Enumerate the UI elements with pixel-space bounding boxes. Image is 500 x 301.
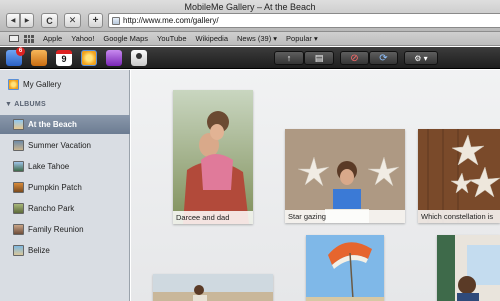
photo-image <box>285 129 405 223</box>
window-title: MobileMe Gallery – At the Beach <box>184 2 316 12</box>
sidebar-item-label: At the Beach <box>28 120 77 129</box>
plus-icon: + <box>92 15 99 26</box>
photo-caption: Star gazing <box>285 210 405 223</box>
sidebar-item-lake-tahoe[interactable]: Lake Tahoe <box>0 157 130 176</box>
url-field[interactable]: http://www.me.com/gallery/ <box>108 13 500 28</box>
photo-card[interactable] <box>153 274 273 301</box>
gallery-icon <box>8 79 19 90</box>
bookmark-youtube[interactable]: YouTube <box>157 34 186 43</box>
stop-button[interactable]: ✕ <box>64 13 81 28</box>
sidebar-item-family-reunion[interactable]: Family Reunion <box>0 220 130 239</box>
photo-thumb-icon <box>13 203 24 214</box>
reload-button[interactable]: C <box>41 13 58 28</box>
globe-icon <box>112 16 120 25</box>
grid-icon[interactable] <box>24 34 34 43</box>
albums-header: ▼ ALBUMS <box>5 101 46 108</box>
sidebar-item-belize[interactable]: Belize <box>0 241 130 260</box>
bookmark-popular[interactable]: Popular ▾ <box>286 34 318 43</box>
photo-thumb-icon <box>13 224 24 235</box>
photo-thumb-icon <box>13 182 24 193</box>
forward-icon: ▶ <box>24 18 30 24</box>
photo-card[interactable]: Which constellation is <box>418 129 500 223</box>
gallery-icon[interactable] <box>81 50 97 66</box>
photo-card[interactable]: Darcee and dad <box>173 90 253 224</box>
sidebar-item-label: Rancho Park <box>28 204 75 213</box>
gear-icon: ⚙ ▾ <box>414 53 428 63</box>
bookmark-google-maps[interactable]: Google Maps <box>103 34 148 43</box>
sidebar-item-label: My Gallery <box>23 80 62 89</box>
sidebar-item-pumpkin-patch[interactable]: Pumpkin Patch <box>0 178 130 197</box>
browser-toolbar: MobileMe Gallery – At the Beach ◀ ▶ C ✕ … <box>0 0 500 32</box>
bookmark-news[interactable]: News (39) ▾ <box>237 34 277 43</box>
stop-icon: ✕ <box>68 15 77 25</box>
sidebar-item-label: Belize <box>28 246 50 255</box>
photo-image <box>173 90 253 224</box>
sidebar-item-my-gallery[interactable]: My Gallery <box>0 75 130 94</box>
slideshow-button[interactable]: ▤ <box>304 51 334 65</box>
bookmarks-bar: Apple Yahoo! Google Maps YouTube Wikiped… <box>0 32 500 46</box>
add-bookmark-button[interactable]: + <box>88 13 103 28</box>
sidebar: My Gallery ▼ ALBUMS At the Beach Summer … <box>0 70 130 301</box>
photo-thumb-icon <box>13 245 24 256</box>
mobileme-appbar: 6 9 ↑ ▤ ⊘ ⟳ ⚙ ▾ <box>0 47 500 69</box>
albums-header-label: ALBUMS <box>14 101 46 108</box>
photo-image <box>418 129 500 223</box>
calendar-icon[interactable]: 9 <box>56 50 72 66</box>
reload-icon: C <box>46 15 53 26</box>
delete-icon: ⊘ <box>350 52 359 64</box>
back-button[interactable]: ◀ <box>6 13 20 28</box>
url-text: http://www.me.com/gallery/ <box>123 16 219 25</box>
delete-button[interactable]: ⊘ <box>340 51 369 65</box>
photo-caption: Darcee and dad <box>173 211 253 224</box>
sidebar-item-label: Pumpkin Patch <box>28 183 82 192</box>
photo-card[interactable] <box>437 235 500 301</box>
slideshow-icon: ▤ <box>314 52 324 63</box>
photo-card[interactable] <box>306 235 384 301</box>
share-icon: ⟳ <box>379 52 388 64</box>
forward-button[interactable]: ▶ <box>20 13 34 28</box>
mail-badge: 6 <box>16 47 25 56</box>
sidebar-item-label: Summer Vacation <box>28 141 91 150</box>
contacts-icon[interactable] <box>31 50 47 66</box>
photo-thumb-icon <box>13 119 24 130</box>
photo-thumb-icon <box>13 161 24 172</box>
gallery-grid: Darcee and dad Star gazing Which constel… <box>131 70 500 301</box>
person-icon <box>136 53 142 59</box>
photo-card[interactable]: Star gazing <box>285 129 405 223</box>
calendar-date: 9 <box>61 54 67 64</box>
mail-icon[interactable]: 6 <box>6 47 25 66</box>
account-icon[interactable] <box>131 50 147 66</box>
bookmark-apple[interactable]: Apple <box>43 34 62 43</box>
sidebar-item-summer-vacation[interactable]: Summer Vacation <box>0 136 130 155</box>
photo-thumb-icon <box>13 140 24 151</box>
photo-image <box>437 235 500 301</box>
bookmark-yahoo[interactable]: Yahoo! <box>71 34 94 43</box>
upload-button[interactable]: ↑ <box>274 51 304 65</box>
book-icon[interactable] <box>9 35 19 42</box>
back-icon: ◀ <box>10 18 16 24</box>
sidebar-item-rancho-park[interactable]: Rancho Park <box>0 199 130 218</box>
share-button[interactable]: ⟳ <box>369 51 398 65</box>
idisk-icon[interactable] <box>106 50 122 66</box>
sidebar-item-label: Lake Tahoe <box>28 162 70 171</box>
upload-icon: ↑ <box>286 53 292 63</box>
bookmark-wikipedia[interactable]: Wikipedia <box>196 34 229 43</box>
photo-image <box>153 274 273 301</box>
settings-button[interactable]: ⚙ ▾ <box>404 51 438 65</box>
sidebar-item-at-the-beach[interactable]: At the Beach <box>0 115 130 134</box>
photo-caption: Which constellation is <box>418 210 500 223</box>
photo-image <box>306 235 384 301</box>
sidebar-item-label: Family Reunion <box>28 225 84 234</box>
